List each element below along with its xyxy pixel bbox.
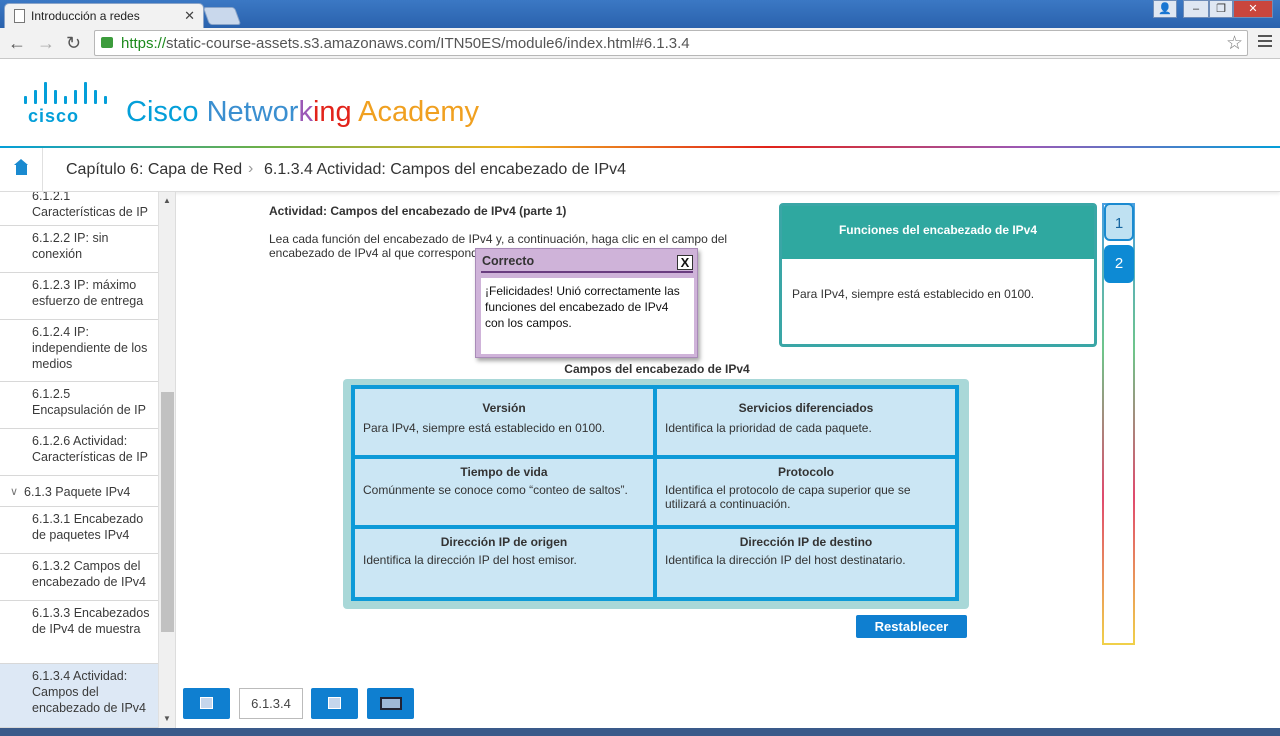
- back-icon[interactable]: ←: [8, 33, 26, 54]
- field-cell[interactable]: Versión Para IPv4, siempre está establec…: [355, 389, 653, 455]
- page-number: 6.1.3.4: [239, 688, 303, 719]
- page-header: cisco Cisco Networking Academy: [0, 60, 1280, 148]
- field-cell[interactable]: Dirección IP de destino Identifica la di…: [657, 529, 955, 597]
- field-cell[interactable]: Tiempo de vida Comúnmente se conoce como…: [355, 459, 653, 525]
- address-bar[interactable]: https://static-course-assets.s3.amazonaw…: [94, 30, 1248, 56]
- browser-tab-bar: Introducción a redes ✕ 👤 – ❐ ✕: [0, 0, 1280, 28]
- sidebar-item[interactable]: 6.1.2.5 Encapsulación de IP: [0, 382, 158, 429]
- home-icon[interactable]: [14, 159, 28, 175]
- browser-toolbar: ← → ↻ https://static-course-assets.s3.am…: [0, 28, 1280, 59]
- forward-icon[interactable]: →: [37, 33, 55, 54]
- grid-title: Campos del encabezado de IPv4: [564, 362, 750, 376]
- next-button[interactable]: [311, 688, 358, 719]
- close-window-button[interactable]: ✕: [1233, 0, 1273, 18]
- sidebar-scrollbar[interactable]: ▲ ▼: [158, 192, 175, 728]
- popup-header: Correcto: [476, 249, 697, 273]
- academy-word: Cisco: [126, 96, 207, 128]
- feedback-popup: Correcto X ¡Felicidades! Unió correctame…: [475, 248, 698, 358]
- os-taskbar: [0, 728, 1280, 736]
- sidebar-item[interactable]: 6.1.2.3 IP: máximo esfuerzo de entrega: [0, 273, 158, 320]
- screen-icon: [380, 697, 402, 710]
- field-desc: Para IPv4, siempre está establecido en 0…: [363, 421, 606, 435]
- tab-title: Introducción a redes: [31, 9, 140, 23]
- fields-grid-inner: Versión Para IPv4, siempre está establec…: [351, 385, 959, 601]
- sidebar-item[interactable]: 6.1.2.2 IP: sin conexión: [0, 226, 158, 273]
- arrow-left-icon: [200, 697, 213, 709]
- field-name: Servicios diferenciados: [738, 401, 874, 415]
- scroll-up-icon[interactable]: ▲: [163, 196, 171, 205]
- reload-icon[interactable]: ↻: [66, 33, 81, 54]
- sidebar-section-label: 6.1.3 Paquete IPv4: [24, 485, 131, 499]
- activity-title: Actividad: Campos del encabezado de IPv4…: [269, 204, 567, 218]
- tab-close-icon[interactable]: ✕: [184, 8, 195, 24]
- functions-panel: Funciones del encabezado de IPv4 Para IP…: [779, 203, 1097, 347]
- cisco-logo-bars: [24, 82, 108, 104]
- field-cell[interactable]: Dirección IP de origen Identifica la dir…: [355, 529, 653, 597]
- academy-word: Academy: [358, 96, 479, 128]
- user-icon[interactable]: 👤: [1153, 0, 1177, 18]
- field-desc: Identifica el protocolo de capa superior…: [665, 483, 911, 511]
- field-desc: Identifica la dirección IP del host dest…: [665, 553, 906, 567]
- popup-message: ¡Felicidades! Unió correctamente las fun…: [481, 278, 694, 354]
- academy-word: k: [298, 96, 313, 128]
- sidebar-item[interactable]: 6.1.2.1 Características de IP: [0, 192, 158, 226]
- popup-title: Correcto: [482, 254, 535, 268]
- url-rest: static-course-assets.s3.amazonaws.com/IT…: [166, 35, 690, 52]
- lock-icon: [101, 37, 113, 48]
- scroll-down-icon[interactable]: ▼: [163, 714, 171, 723]
- field-cell[interactable]: Protocolo Identifica el protocolo de cap…: [657, 459, 955, 525]
- sidebar: 6.1.2.1 Características de IP 6.1.2.2 IP…: [0, 192, 176, 728]
- browser-tab[interactable]: Introducción a redes ✕: [4, 3, 204, 28]
- functions-panel-title: Funciones del encabezado de IPv4: [782, 206, 1094, 259]
- close-icon[interactable]: X: [677, 255, 693, 270]
- field-name: Tiempo de vida: [460, 465, 548, 479]
- field-desc: Comúnmente se conoce como “conteo de sal…: [363, 483, 628, 497]
- scroll-thumb[interactable]: [161, 392, 174, 632]
- academy-word: ing: [312, 96, 359, 128]
- new-tab-button[interactable]: [202, 7, 242, 25]
- sidebar-item[interactable]: 6.1.3.3 Encabezados de IPv4 de muestra: [0, 601, 158, 664]
- sidebar-item[interactable]: 6.1.2.4 IP: independiente de los medios: [0, 320, 158, 382]
- minimize-button[interactable]: –: [1183, 0, 1209, 18]
- page-button-1[interactable]: 1: [1104, 203, 1134, 241]
- breadcrumb-page: 6.1.3.4 Actividad: Campos del encabezado…: [264, 161, 627, 178]
- screen-toggle-button[interactable]: [367, 688, 414, 719]
- academy-word: Networ: [206, 96, 299, 128]
- menu-icon[interactable]: [1258, 35, 1272, 50]
- academy-title: Cisco Networking Academy: [126, 96, 479, 129]
- restore-button[interactable]: ❐: [1209, 0, 1233, 18]
- field-desc: Identifica la prioridad de cada paquete.: [665, 421, 872, 435]
- cisco-logo-text: cisco: [28, 106, 80, 126]
- breadcrumb: Capítulo 6: Capa de Red › 6.1.3.4 Activi…: [0, 148, 1280, 192]
- previous-button[interactable]: [183, 688, 230, 719]
- field-desc: Identifica la dirección IP del host emis…: [363, 553, 577, 567]
- breadcrumb-chapter[interactable]: Capítulo 6: Capa de Red: [66, 161, 242, 179]
- sidebar-item[interactable]: 6.1.3.1 Encabezado de paquetes IPv4: [0, 507, 158, 554]
- sidebar-item-active[interactable]: 6.1.3.4 Actividad: Campos del encabezado…: [0, 664, 158, 728]
- field-name: Dirección IP de destino: [739, 535, 873, 549]
- chevron-right-icon: ›: [248, 160, 254, 177]
- arrow-right-icon: [328, 697, 341, 709]
- field-name: Protocolo: [778, 465, 834, 479]
- functions-panel-text: Para IPv4, siempre está establecido en 0…: [792, 287, 1035, 301]
- divider: [481, 271, 693, 273]
- sidebar-section[interactable]: ∨ 6.1.3 Paquete IPv4: [0, 476, 158, 507]
- fields-grid: Versión Para IPv4, siempre está establec…: [343, 379, 969, 609]
- bookmark-star-icon[interactable]: ☆: [1226, 32, 1243, 55]
- sidebar-item[interactable]: 6.1.3.2 Campos del encabezado de IPv4: [0, 554, 158, 601]
- sidebar-item[interactable]: 6.1.2.6 Actividad: Características de IP: [0, 429, 158, 476]
- field-name: Dirección IP de origen: [440, 535, 568, 549]
- url-scheme: https://: [121, 35, 167, 52]
- page-icon: [14, 9, 25, 23]
- divider: [42, 148, 43, 192]
- reset-button[interactable]: Restablecer: [856, 615, 967, 638]
- page-button-2[interactable]: 2: [1104, 245, 1134, 283]
- field-cell[interactable]: Servicios diferenciados Identifica la pr…: [657, 389, 955, 455]
- chevron-down-icon: ∨: [10, 486, 19, 498]
- field-name: Versión: [482, 401, 526, 415]
